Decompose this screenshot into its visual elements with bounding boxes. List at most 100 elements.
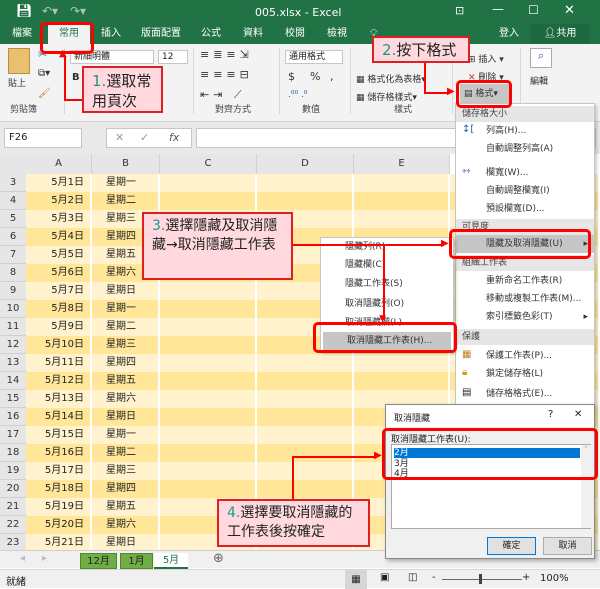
cell[interactable]: [160, 444, 255, 462]
cell-date[interactable]: 5月16日: [26, 444, 90, 462]
row-header[interactable]: 20: [0, 480, 26, 498]
sheet-tab-1[interactable]: 1月: [120, 553, 153, 569]
redo-icon[interactable]: ↷▾: [70, 4, 86, 18]
cell-date[interactable]: 5月11日: [26, 354, 90, 372]
row-header[interactable]: 8: [0, 264, 26, 282]
zoom-slider-thumb[interactable]: [479, 574, 482, 584]
row-header[interactable]: 21: [0, 498, 26, 516]
column-header[interactable]: D: [257, 154, 354, 174]
close-button[interactable]: ✕: [564, 3, 575, 18]
menu-autofit-row[interactable]: 自動調整列高(A): [456, 140, 594, 158]
row-header[interactable]: 9: [0, 282, 26, 300]
submenu-hide-rows[interactable]: 隱藏列(R): [321, 238, 453, 256]
row-header[interactable]: 6: [0, 228, 26, 246]
cancel-button[interactable]: 取消: [543, 537, 592, 555]
cell-date[interactable]: 5月14日: [26, 408, 90, 426]
decimal-icons[interactable]: .⁰⁰ .⁰: [288, 90, 307, 100]
undo-icon[interactable]: ↶▾: [42, 4, 58, 18]
tab-page-layout[interactable]: 版面配置: [136, 24, 186, 44]
sheet-tab-5[interactable]: 5月: [154, 553, 188, 569]
cell-date[interactable]: 5月12日: [26, 372, 90, 390]
cell-weekday[interactable]: 星期三: [92, 336, 158, 354]
cell[interactable]: [160, 372, 255, 390]
cell-date[interactable]: 5月13日: [26, 390, 90, 408]
row-header[interactable]: 7: [0, 246, 26, 264]
cell[interactable]: [257, 444, 352, 462]
cell[interactable]: [160, 336, 255, 354]
row-header[interactable]: 14: [0, 372, 26, 390]
cell[interactable]: [160, 390, 255, 408]
zoom-slider[interactable]: [442, 579, 522, 580]
share-button[interactable]: 👤︎共用: [530, 24, 590, 44]
cell-date[interactable]: 5月7日: [26, 282, 90, 300]
minimize-button[interactable]: —: [492, 2, 504, 16]
copy-icon[interactable]: ⧉▾: [38, 68, 50, 79]
cell[interactable]: [257, 408, 352, 426]
cell-weekday[interactable]: 星期日: [92, 408, 158, 426]
cell[interactable]: [160, 408, 255, 426]
cell[interactable]: [160, 426, 255, 444]
cell-weekday[interactable]: 星期六: [92, 390, 158, 408]
cell-date[interactable]: 5月8日: [26, 300, 90, 318]
row-header[interactable]: 22: [0, 516, 26, 534]
sheet-tab-12[interactable]: 12月: [80, 553, 117, 569]
row-header[interactable]: 3: [0, 174, 26, 192]
cell[interactable]: [354, 372, 448, 390]
cell[interactable]: [160, 300, 255, 318]
cell-weekday[interactable]: 星期六: [92, 516, 158, 534]
cell-weekday[interactable]: 星期五: [92, 498, 158, 516]
insert-button[interactable]: ⊞ 插入 ▾: [468, 52, 504, 65]
scroll-left-icon[interactable]: ◂: [20, 553, 25, 564]
zoom-out-button[interactable]: -: [432, 572, 436, 583]
row-header[interactable]: 5: [0, 210, 26, 228]
submenu-hide-columns[interactable]: 隱藏欄(C): [321, 256, 453, 274]
format-as-table-button[interactable]: ▦ 格式化為表格▾: [356, 72, 426, 85]
row-header[interactable]: 15: [0, 390, 26, 408]
cell[interactable]: [257, 354, 352, 372]
vertical-align-icons[interactable]: ≡≣≡⇲: [200, 48, 253, 61]
menu-lock-cell[interactable]: 鎖定儲存格(L): [456, 365, 594, 383]
tab-file[interactable]: 檔案: [6, 24, 38, 44]
cell-weekday[interactable]: 星期四: [92, 354, 158, 372]
cell-date[interactable]: 5月15日: [26, 426, 90, 444]
font-size-select[interactable]: 12: [158, 50, 188, 64]
page-layout-icon[interactable]: ▣: [380, 572, 389, 583]
menu-autofit-column[interactable]: 自動調整欄寬(I): [456, 182, 594, 200]
enter-icon[interactable]: ✓: [140, 129, 149, 147]
cell-date[interactable]: 5月3日: [26, 210, 90, 228]
sign-in-link[interactable]: 登入: [494, 24, 524, 44]
row-header[interactable]: 19: [0, 462, 26, 480]
cell[interactable]: [160, 192, 255, 210]
dialog-close-button[interactable]: ✕: [574, 409, 582, 420]
row-header[interactable]: 16: [0, 408, 26, 426]
save-icon[interactable]: 💾︎: [16, 4, 33, 19]
cancel-icon[interactable]: ✕: [115, 129, 124, 147]
find-icon[interactable]: ⌕: [530, 48, 552, 68]
cell[interactable]: [257, 372, 352, 390]
cell-date[interactable]: 5月17日: [26, 462, 90, 480]
cell-date[interactable]: 5月20日: [26, 516, 90, 534]
zoom-in-button[interactable]: +: [522, 572, 530, 583]
paste-button[interactable]: 貼上: [8, 76, 26, 89]
cell[interactable]: [257, 480, 352, 498]
cell-weekday[interactable]: 星期二: [92, 318, 158, 336]
cell-date[interactable]: 5月18日: [26, 480, 90, 498]
page-break-icon[interactable]: ◫: [408, 572, 417, 583]
cell[interactable]: [354, 192, 448, 210]
menu-column-width[interactable]: 欄寬(W)...: [456, 164, 594, 182]
menu-row-height[interactable]: 列高(H)...: [456, 122, 594, 140]
cell-weekday[interactable]: 星期一: [92, 174, 158, 192]
column-header[interactable]: A: [26, 154, 92, 174]
menu-tab-color[interactable]: 索引標籤色彩(T) ▸: [456, 308, 594, 326]
cell-weekday[interactable]: 星期一: [92, 300, 158, 318]
menu-protect-sheet[interactable]: 保護工作表(P)...: [456, 347, 594, 365]
cell[interactable]: [354, 354, 448, 372]
name-box[interactable]: F26: [4, 128, 82, 148]
cell-date[interactable]: 5月5日: [26, 246, 90, 264]
cell-date[interactable]: 5月6日: [26, 264, 90, 282]
help-button[interactable]: ?: [548, 409, 553, 420]
tab-formulas[interactable]: 公式: [196, 24, 226, 44]
menu-rename-sheet[interactable]: 重新命名工作表(R): [456, 272, 594, 290]
bold-button[interactable]: B: [72, 72, 80, 83]
menu-default-width[interactable]: 預設欄寬(D)...: [456, 200, 594, 218]
